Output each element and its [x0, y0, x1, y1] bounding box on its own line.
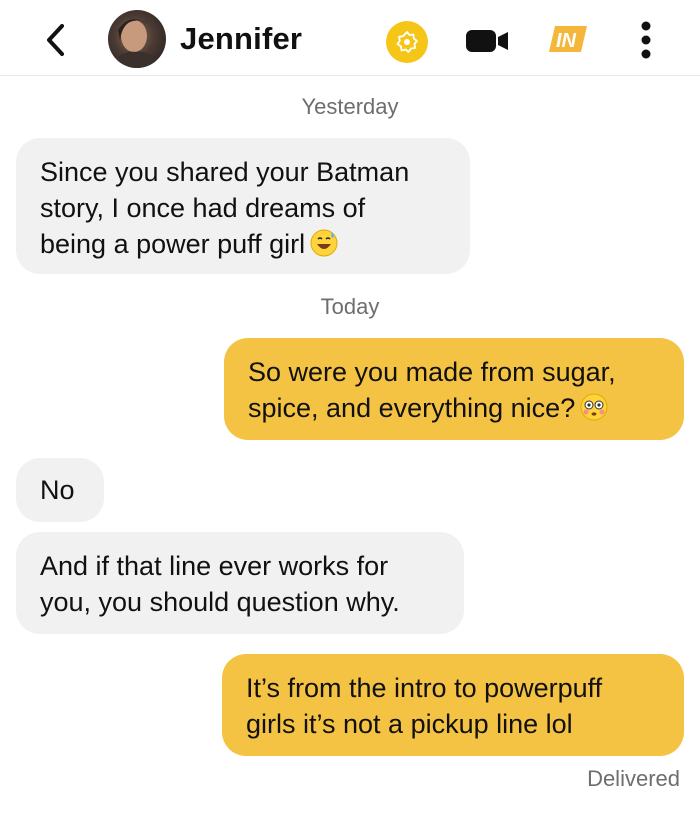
instagram-icon: IN: [549, 26, 587, 52]
message-line: girls it’s not a pickup line lol: [246, 709, 573, 739]
chevron-left-icon: [47, 24, 64, 56]
avatar[interactable]: [108, 10, 166, 68]
message-bubble-incoming[interactable]: Since you shared your Batman story, I on…: [16, 138, 470, 274]
timestamp-today: Today: [320, 294, 380, 319]
message-line: Since you shared your Batman: [40, 157, 410, 187]
message-bubble-outgoing[interactable]: So were you made from sugar, spice, and …: [224, 338, 684, 440]
message-line: being a power puff girl: [40, 226, 446, 267]
avatar-photo: [114, 19, 160, 68]
chat-header: Jennifer IN: [0, 0, 700, 76]
message-bubble-incoming[interactable]: And if that line ever works for you, you…: [16, 532, 464, 634]
more-vertical-icon: [641, 21, 651, 59]
back-button[interactable]: [38, 20, 72, 60]
message-text: being a power puff girl: [40, 229, 306, 259]
flushed-emoji-icon: [579, 392, 609, 431]
message-line: you, you should question why.: [40, 587, 400, 617]
message-line: It’s from the intro to powerpuff: [246, 673, 603, 703]
more-options-button[interactable]: [636, 18, 656, 62]
message-line: No: [40, 475, 75, 505]
message-bubble-incoming[interactable]: No: [16, 458, 104, 522]
message-line: And if that line ever works for: [40, 551, 389, 581]
badge-button[interactable]: [386, 21, 428, 63]
message-line: story, I once had dreams of: [40, 193, 366, 223]
video-call-button[interactable]: [464, 28, 512, 54]
message-bubble-outgoing[interactable]: It’s from the intro to powerpuff girls i…: [222, 654, 684, 756]
message-line: spice, and everything nice?: [248, 390, 660, 431]
delivery-status: Delivered: [587, 766, 680, 791]
grinning-sweat-emoji-icon: [309, 228, 339, 267]
instagram-button[interactable]: IN: [545, 24, 589, 54]
video-camera-icon: [466, 30, 508, 52]
message-line: So were you made from sugar,: [248, 357, 616, 387]
message-text: spice, and everything nice?: [248, 393, 576, 423]
svg-text:IN: IN: [556, 30, 577, 52]
badge-star-icon: [396, 31, 418, 53]
timestamp-yesterday: Yesterday: [301, 94, 399, 119]
contact-name[interactable]: Jennifer: [180, 19, 302, 59]
